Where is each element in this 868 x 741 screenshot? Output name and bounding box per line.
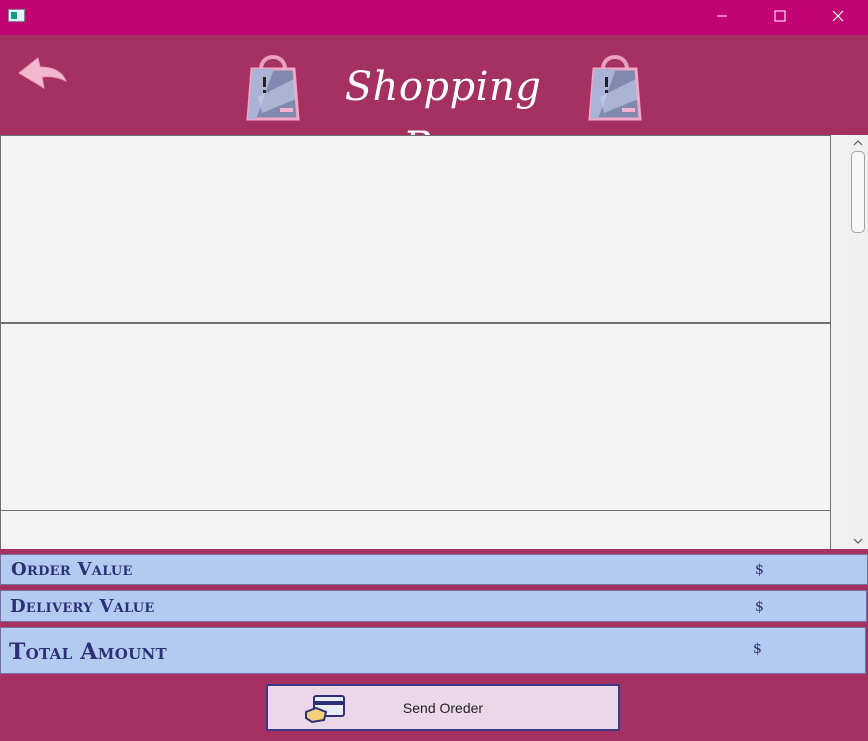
back-button[interactable] (16, 55, 70, 97)
shopping-bag-icon (588, 55, 642, 121)
send-order-button[interactable]: Send Oreder (266, 684, 620, 731)
total-amount-row: Total Amount $ (0, 627, 866, 674)
vertical-scrollbar[interactable] (847, 135, 868, 549)
order-value-row: Order Value $ (0, 554, 868, 585)
close-button[interactable] (809, 0, 867, 32)
chevron-up-icon (853, 140, 862, 146)
bag-items-viewport (0, 135, 831, 549)
chevron-down-icon (853, 538, 862, 544)
maximize-icon (774, 10, 786, 22)
order-value-amount: $ (755, 562, 764, 578)
maximize-button[interactable] (751, 0, 809, 32)
credit-card-icon (305, 695, 345, 724)
send-order-label: Send Oreder (402, 700, 484, 716)
delivery-value-row: Delivery Value $ (0, 590, 867, 622)
scroll-up-button[interactable] (847, 135, 868, 151)
back-arrow-icon (18, 57, 67, 89)
scrollbar-thumb[interactable] (851, 151, 865, 233)
list-item[interactable] (0, 323, 831, 511)
app-icon (8, 9, 25, 22)
bag-items-list[interactable] (0, 135, 868, 549)
minimize-icon (717, 15, 727, 17)
list-item[interactable] (0, 135, 831, 323)
shopping-bag-icon (246, 55, 300, 121)
close-icon (832, 10, 844, 22)
scroll-down-button[interactable] (847, 533, 868, 549)
list-item[interactable] (0, 510, 831, 549)
total-amount-value: $ (753, 641, 762, 657)
page-title: Shopping Bag (344, 64, 542, 170)
order-value-label: Order Value (11, 559, 133, 580)
minimize-button[interactable] (693, 0, 751, 32)
delivery-value-amount: $ (755, 599, 764, 615)
window-titlebar (0, 0, 868, 35)
total-amount-label: Total Amount (9, 639, 167, 665)
delivery-value-label: Delivery Value (10, 596, 155, 617)
header: Shopping Bag (0, 35, 868, 170)
